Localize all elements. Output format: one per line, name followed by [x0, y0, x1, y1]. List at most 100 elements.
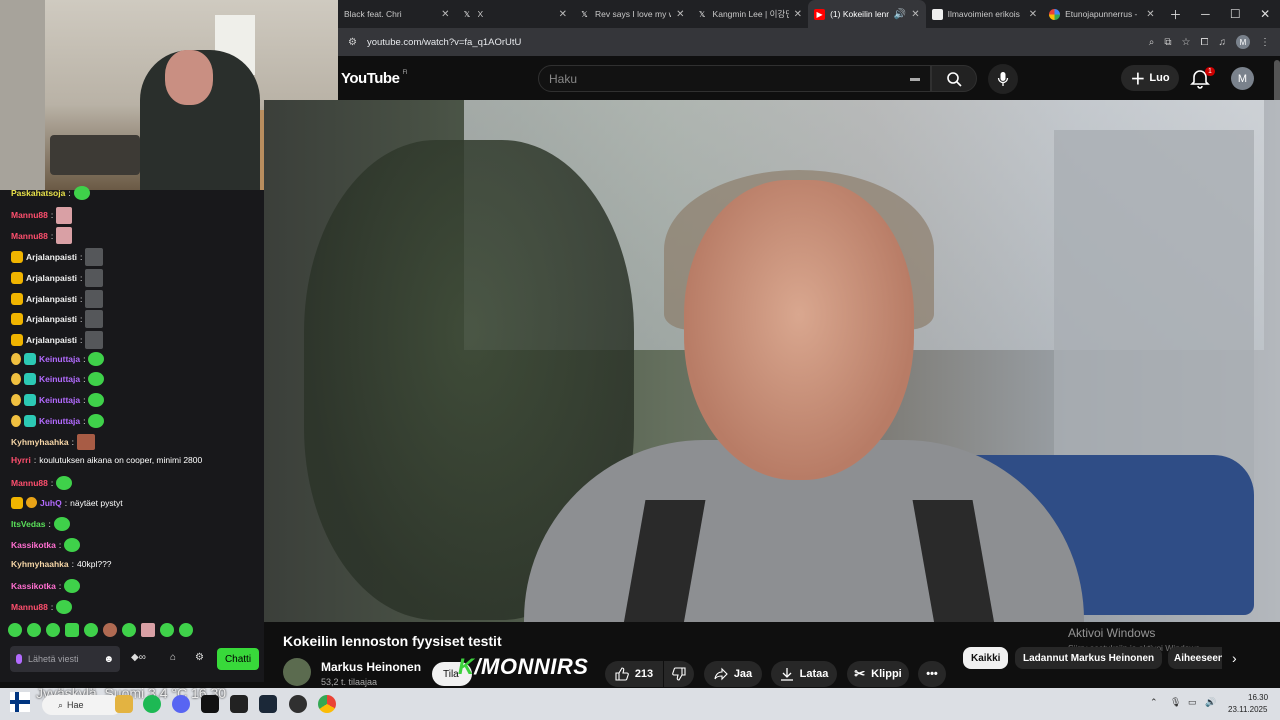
teal-badge-icon[interactable] — [24, 414, 36, 427]
chat-emote[interactable] — [53, 517, 70, 532]
crown-badge-icon[interactable] — [11, 251, 23, 264]
close-icon[interactable]: ✕ — [1146, 9, 1154, 20]
chat-username[interactable]: Keinuttaja — [39, 354, 80, 364]
dislike-button[interactable] — [664, 661, 694, 687]
create-button[interactable]: ＋ Luo — [1121, 65, 1179, 91]
emote-button[interactable] — [122, 623, 136, 637]
share-button[interactable]: Jaa — [704, 661, 762, 687]
chat-username[interactable]: Arjalanpaisti — [26, 273, 77, 283]
browser-tab[interactable]: Black feat. Chri ✕ — [338, 0, 456, 28]
emote-button[interactable] — [65, 623, 79, 637]
chat-emote[interactable] — [56, 475, 73, 490]
account-avatar[interactable]: M — [1231, 67, 1254, 90]
download-button[interactable]: Lataa — [771, 661, 837, 687]
chat-username[interactable]: Keinuttaja — [39, 416, 80, 426]
chat-username[interactable]: Paskahatsoja — [11, 188, 65, 198]
drink-badge-icon[interactable] — [11, 414, 21, 427]
notion-icon[interactable] — [230, 695, 248, 713]
video-player[interactable] — [264, 100, 1280, 622]
chat-username[interactable]: Hyrri — [11, 455, 31, 465]
menu-kebab-icon[interactable]: ⋮ — [1260, 37, 1270, 48]
chat-emote[interactable] — [88, 393, 105, 407]
crown-badge-icon[interactable] — [11, 496, 23, 509]
close-icon[interactable]: ✕ — [794, 9, 802, 20]
chat-send-button[interactable]: Chatti — [217, 648, 259, 670]
emote-button[interactable] — [179, 623, 193, 637]
close-window-button[interactable]: ✕ — [1250, 7, 1280, 21]
bits-icon[interactable]: ◆∞ — [131, 652, 146, 663]
chat-username[interactable]: Keinuttaja — [39, 395, 80, 405]
emote-button[interactable] — [8, 623, 22, 637]
voice-search-button[interactable] — [988, 64, 1018, 94]
emote-button[interactable] — [46, 623, 60, 637]
chat-username[interactable]: Kassikotka — [11, 540, 56, 550]
crown-badge-icon[interactable] — [11, 292, 23, 305]
emote-button[interactable] — [160, 623, 174, 637]
url-field[interactable]: youtube.com/watch?v=fa_q1AOrUtU — [367, 37, 1139, 48]
chat-emote[interactable] — [85, 310, 104, 329]
microphone-icon[interactable]: 🎙 — [1170, 697, 1181, 708]
close-icon[interactable]: ✕ — [441, 9, 449, 20]
teal-badge-icon[interactable] — [24, 394, 36, 406]
bookmark-star-icon[interactable]: ☆ — [1182, 37, 1191, 48]
browser-tab[interactable]: 𝕏 X ✕ — [456, 0, 574, 28]
chat-emote[interactable] — [88, 413, 105, 428]
search-button[interactable] — [931, 65, 977, 92]
chat-emote[interactable] — [85, 330, 104, 349]
browser-tab-active[interactable]: ▶ (1) Kokeilin lenn 🔊 ✕ — [808, 0, 926, 28]
finland-flag-icon[interactable] — [10, 692, 30, 712]
volume-icon[interactable]: 🔊 — [1205, 697, 1216, 708]
chat-emote[interactable] — [88, 372, 105, 387]
gear-icon[interactable]: ⚙ — [195, 652, 204, 663]
drink-badge-icon[interactable] — [11, 373, 21, 386]
obs-icon[interactable] — [289, 695, 307, 713]
chat-username[interactable]: Keinuttaja — [39, 374, 80, 384]
chat-emote[interactable] — [88, 351, 105, 366]
channel-name[interactable]: Markus Heinonen — [321, 660, 421, 674]
taskbar-search[interactable]: ⌕ Hae — [42, 695, 122, 715]
chat-emote[interactable] — [56, 227, 73, 245]
browser-tab[interactable]: 𝕏 Rev says I love my w ✕ — [573, 0, 691, 28]
filter-chip-related[interactable]: Aiheeseen — [1168, 647, 1222, 669]
clip-button[interactable]: ✂ Klippi — [847, 661, 909, 687]
emote-button[interactable] — [84, 623, 98, 637]
teal-badge-icon[interactable] — [24, 352, 36, 365]
store-icon[interactable]: ⌂ — [170, 652, 176, 663]
chat-username[interactable]: Kassikotka — [11, 581, 56, 591]
install-icon[interactable]: ⧉ — [1164, 37, 1171, 48]
extensions-icon[interactable]: ⧠ — [1201, 37, 1209, 48]
taskbar-clock[interactable]: 16.30 — [1248, 693, 1268, 702]
crown-badge-icon[interactable] — [11, 271, 23, 284]
close-icon[interactable]: ✕ — [676, 9, 684, 20]
emoji-icon[interactable]: ☻ — [103, 654, 114, 665]
chat-username[interactable]: ItsVedas — [11, 519, 46, 529]
filter-chip-all[interactable]: Kaikki — [963, 647, 1009, 669]
coin-badge-icon[interactable] — [26, 497, 37, 508]
chevron-right-icon[interactable]: › — [1232, 650, 1237, 666]
channel-avatar[interactable] — [283, 658, 311, 686]
chat-emote[interactable] — [77, 434, 96, 451]
chat-emote[interactable] — [56, 600, 73, 614]
chat-emote[interactable] — [56, 206, 73, 224]
drink-badge-icon[interactable] — [11, 352, 21, 365]
new-tab-button[interactable]: ＋ — [1161, 6, 1191, 23]
chat-input[interactable]: Lähetä viesti ☻ — [10, 646, 120, 672]
chat-username[interactable]: Kyhmyhaahka — [11, 437, 69, 447]
chat-username[interactable]: Mannu88 — [11, 478, 48, 488]
chat-username[interactable]: Arjalanpaisti — [26, 294, 77, 304]
browser-tab[interactable]: Etunojapunnerrus - ✕ — [1043, 0, 1161, 28]
file-explorer-icon[interactable] — [115, 695, 133, 713]
chrome-icon[interactable] — [318, 695, 336, 713]
chat-username[interactable]: Arjalanpaisti — [26, 252, 77, 262]
chat-username[interactable]: Kyhmyhaahka — [11, 559, 69, 569]
site-settings-icon[interactable]: ⚙ — [348, 37, 357, 48]
taskbar-date[interactable]: 23.11.2025 — [1228, 705, 1267, 714]
chat-username[interactable]: JuhQ — [40, 498, 62, 508]
teal-badge-icon[interactable] — [24, 373, 36, 386]
emote-button[interactable] — [27, 623, 41, 637]
steam-icon[interactable] — [259, 695, 277, 713]
chat-username[interactable]: Mannu88 — [11, 210, 48, 220]
emote-button[interactable] — [103, 623, 117, 637]
youtube-logo[interactable]: YouTube FI — [341, 70, 407, 87]
chat-emote[interactable] — [64, 579, 81, 594]
